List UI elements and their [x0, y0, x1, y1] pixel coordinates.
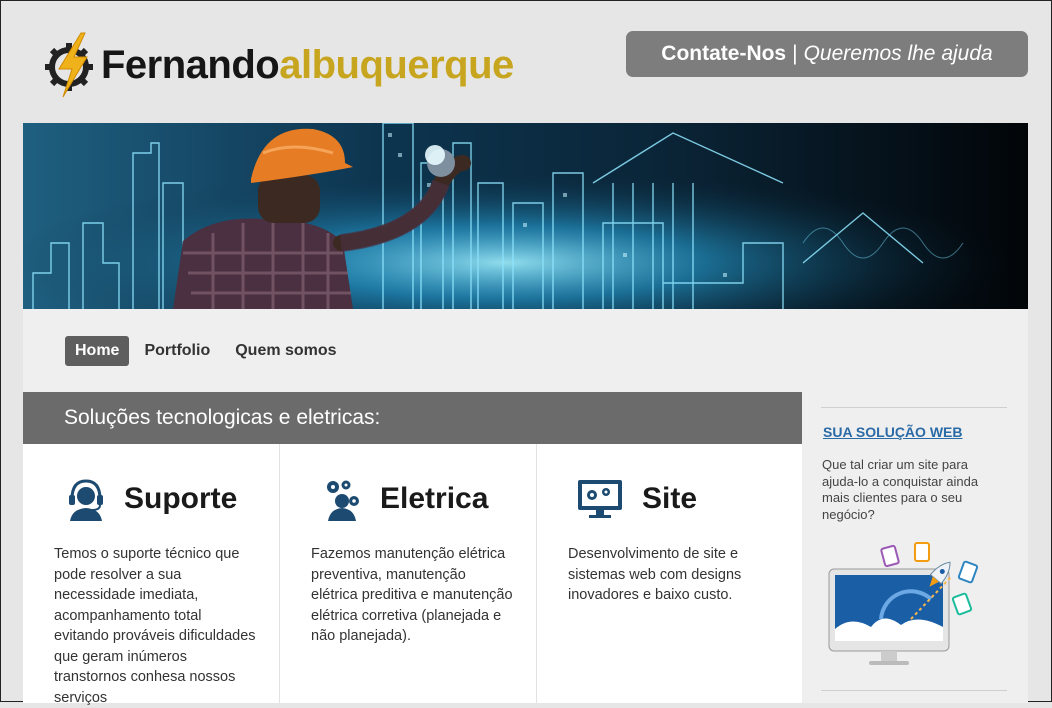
services-section: Soluções tecnologicas e eletricas: Supor…: [23, 392, 802, 706]
content-panel: Home Portfolio Quem somos Soluções tecno…: [23, 309, 1028, 706]
brand-logo[interactable]: Fernandoalbuquerque: [45, 31, 514, 99]
service-column-eletrica: Eletrica Fazemos manutenção elétrica pre…: [279, 444, 536, 703]
nav-item-quem-somos[interactable]: Quem somos: [235, 336, 336, 366]
contact-separator: |: [792, 42, 798, 65]
sidebar-text: Que tal criar um site para ajuda-lo a co…: [822, 457, 979, 522]
contact-tagline: Queremos lhe ajuda: [803, 42, 993, 65]
headset-support-icon: [69, 479, 103, 521]
gears-person-icon: [327, 480, 359, 521]
service-column-suporte: Suporte Temos o suporte técnico que pode…: [23, 444, 279, 706]
nav-item-portfolio[interactable]: Portfolio: [144, 336, 210, 366]
service-title-eletrica: Eletrica: [380, 482, 489, 515]
service-column-site: Site Desenvolvimento de site e sistemas …: [536, 444, 793, 703]
sidebar-divider-bottom: [821, 690, 1007, 691]
web-solution-illustration: [821, 539, 1007, 671]
service-title-suporte: Suporte: [124, 482, 238, 515]
hero-banner: [23, 123, 1028, 309]
service-text-site: Desenvolvimento de site e sistemas web c…: [568, 546, 742, 603]
sidebar-link-web-solution[interactable]: SUA SOLUÇÃO WEB: [821, 424, 1007, 440]
section-heading: Soluções tecnologicas e eletricas:: [23, 392, 802, 444]
gear-lightning-icon: [45, 32, 93, 98]
engineer-city-hologram-image: [23, 123, 1028, 309]
main-nav: Home Portfolio Quem somos: [65, 336, 362, 366]
service-text-eletrica: Fazemos manutenção elétrica preventiva, …: [311, 546, 513, 644]
logo-wordmark: Fernandoalbuquerque: [101, 45, 514, 85]
nav-item-home[interactable]: Home: [65, 336, 130, 366]
sidebar: SUA SOLUÇÃO WEB Que tal criar um site pa…: [821, 407, 1007, 671]
contact-button[interactable]: Contate-Nos | Queremos lhe ajuda: [626, 31, 1028, 77]
sidebar-divider: [821, 407, 1007, 408]
contact-label: Contate-Nos: [661, 42, 787, 65]
monitor-rocket-image: [828, 542, 979, 665]
service-text-suporte: Temos o suporte técnico que pode resolve…: [54, 546, 256, 706]
monitor-settings-icon: [578, 480, 622, 518]
logo-text-part2: albuquerque: [279, 43, 514, 87]
service-title-site: Site: [642, 482, 698, 515]
logo-text-part1: Fernando: [101, 43, 280, 87]
